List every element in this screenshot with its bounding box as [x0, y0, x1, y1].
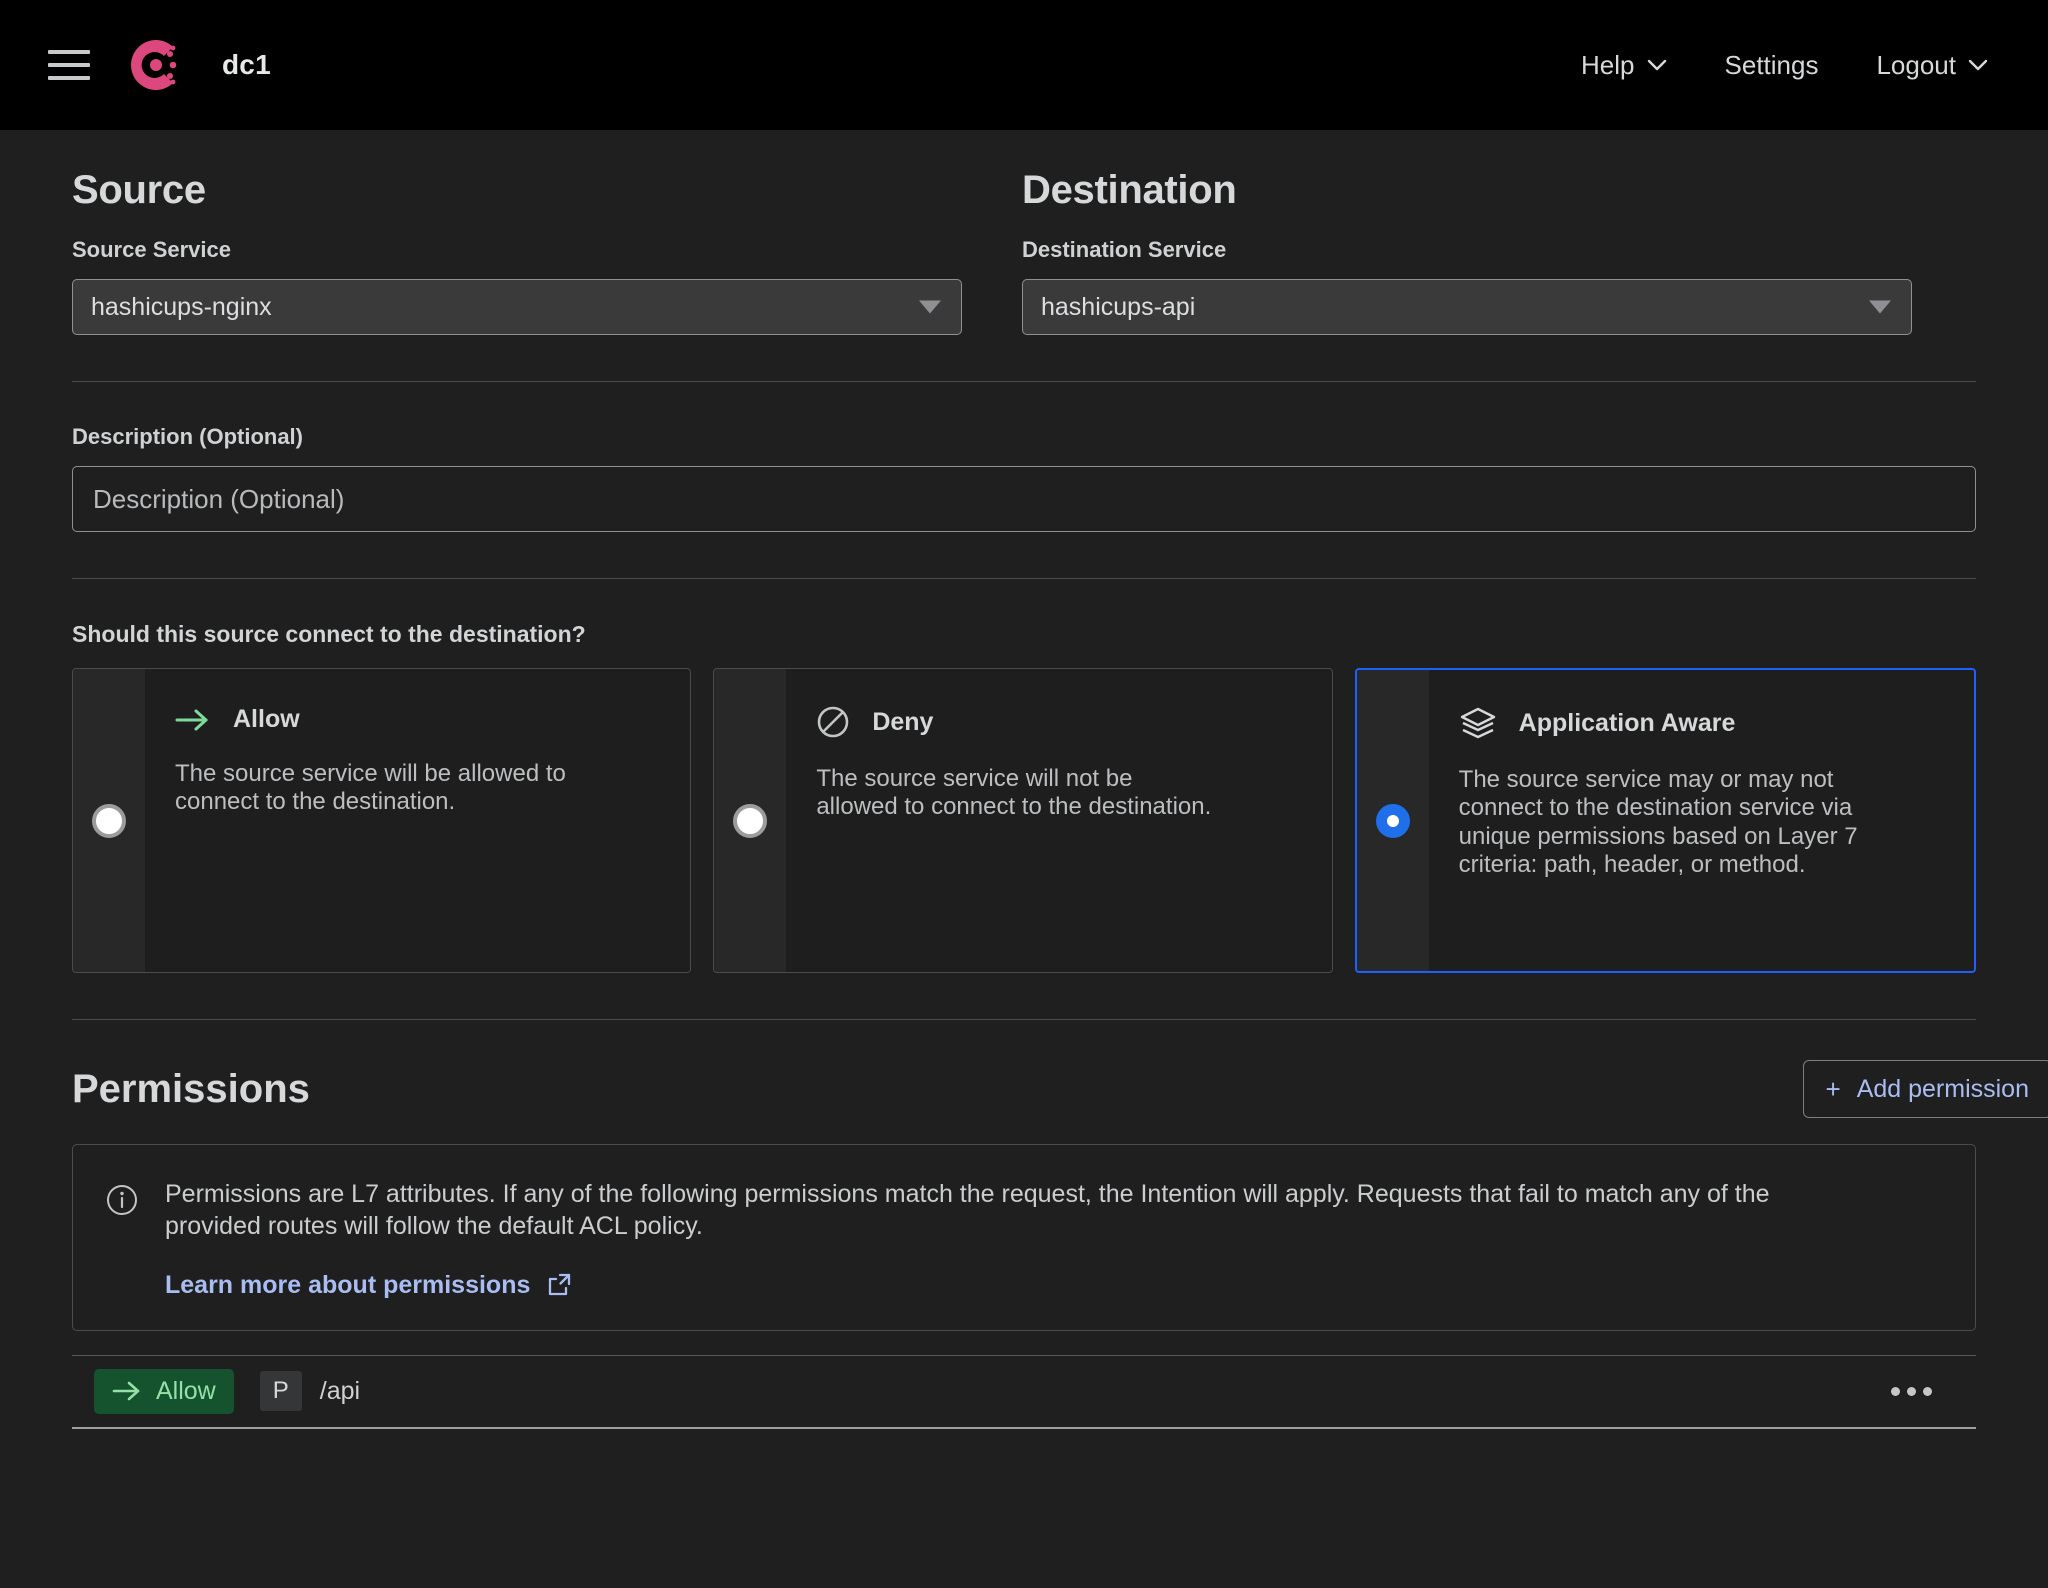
option-allow-header: Allow	[175, 705, 656, 734]
permissions-header: Permissions + Add permission	[72, 1020, 2048, 1118]
connect-question-label: Should this source connect to the destin…	[72, 621, 586, 647]
option-allow-description: The source service will be allowed to co…	[175, 760, 566, 816]
destination-column: Destination Destination Service hashicup…	[1022, 168, 1912, 335]
option-card-application-aware[interactable]: Application Aware The source service may…	[1354, 668, 1976, 973]
layers-icon	[1460, 707, 1495, 739]
nav-item-help-label: Help	[1581, 49, 1635, 80]
nav-item-settings-label: Settings	[1724, 49, 1819, 80]
destination-service-label: Destination Service	[1022, 237, 1227, 262]
hamburger-line	[48, 63, 90, 67]
nav-item-logout-label: Logout	[1876, 49, 1956, 80]
intention-form-page: Source Source Service hashicups-nginx De…	[0, 130, 2048, 1588]
dot	[1891, 1386, 1900, 1396]
permissions-title: Permissions	[72, 1066, 310, 1111]
option-allow-gutter	[73, 669, 145, 972]
arrow-right-icon	[112, 1381, 140, 1401]
dot	[1907, 1386, 1916, 1396]
hamburger-menu-icon[interactable]	[48, 50, 90, 80]
option-deny-body: Deny The source service will not be allo…	[786, 669, 1331, 972]
info-circle-icon	[107, 1185, 137, 1215]
learn-more-permissions-link[interactable]: Learn more about permissions	[165, 1271, 572, 1300]
add-permission-label: Add permission	[1856, 1074, 2029, 1103]
option-application-aware-gutter	[1356, 670, 1429, 971]
description-placeholder: Description (Optional)	[93, 483, 345, 514]
nav-right-group: Help Settings Logout	[1581, 50, 1988, 81]
permissions-notice-body: Permissions are L7 attributes. If any of…	[165, 1179, 1865, 1300]
option-application-aware-title: Application Aware	[1518, 708, 1736, 737]
nav-item-logout[interactable]: Logout	[1876, 50, 1988, 81]
external-link-icon	[549, 1273, 571, 1296]
permission-path: /api	[319, 1376, 361, 1405]
permission-row[interactable]: Allow P /api	[72, 1354, 1976, 1429]
permission-action-badge: Allow	[94, 1368, 234, 1414]
source-column: Source Source Service hashicups-nginx	[72, 168, 962, 335]
source-service-label: Source Service	[72, 237, 231, 262]
plus-icon: +	[1825, 1074, 1841, 1104]
datacenter-name: dc1	[222, 49, 271, 80]
option-deny-description: The source service will not be allowed t…	[816, 765, 1212, 821]
add-permission-button[interactable]: + Add permission	[1802, 1060, 2048, 1118]
nav-item-settings[interactable]: Settings	[1725, 50, 1819, 81]
chevron-down-icon	[1968, 59, 1988, 71]
connect-question-block: Should this source connect to the destin…	[72, 579, 1976, 973]
destination-service-value: hashicups-api	[1041, 292, 1196, 321]
permission-method-chip: P	[259, 1371, 302, 1411]
dot	[1923, 1386, 1932, 1396]
dropdown-arrow-icon	[919, 300, 941, 314]
option-card-deny[interactable]: Deny The source service will not be allo…	[713, 668, 1333, 973]
option-application-aware-body: Application Aware The source service may…	[1429, 670, 1974, 971]
hamburger-line	[48, 76, 90, 80]
learn-more-label: Learn more about permissions	[165, 1270, 531, 1299]
source-heading: Source	[72, 168, 206, 212]
top-navigation-bar: dc1 Help Settings Logout	[0, 0, 2048, 130]
intention-action-options: Allow The source service will be allowed…	[72, 668, 1976, 973]
option-card-allow[interactable]: Allow The source service will be allowed…	[72, 668, 692, 973]
radio-application-aware[interactable]	[1375, 803, 1410, 838]
source-service-select[interactable]: hashicups-nginx	[72, 279, 962, 335]
source-destination-row: Source Source Service hashicups-nginx De…	[72, 130, 1976, 335]
option-application-aware-description: The source service may or may not connec…	[1458, 766, 1858, 878]
no-entry-icon	[818, 706, 849, 738]
option-application-aware-header: Application Aware	[1459, 706, 1940, 740]
permission-action-label: Allow	[156, 1376, 216, 1405]
description-block: Description (Optional) Description (Opti…	[72, 382, 1976, 532]
radio-deny[interactable]	[733, 803, 768, 838]
description-input[interactable]: Description (Optional)	[72, 466, 1976, 532]
option-deny-gutter	[714, 669, 787, 972]
option-allow-title: Allow	[233, 705, 300, 733]
permissions-notice-text: Permissions are L7 attributes. If any of…	[165, 1180, 1770, 1240]
description-label: Description (Optional)	[72, 424, 303, 449]
chevron-down-icon	[1647, 59, 1666, 71]
permissions-notice: Permissions are L7 attributes. If any of…	[72, 1144, 1976, 1331]
more-horizontal-icon[interactable]	[1865, 1377, 1958, 1406]
radio-allow[interactable]	[92, 803, 126, 838]
source-service-value: hashicups-nginx	[91, 292, 272, 321]
dropdown-arrow-icon	[1869, 300, 1891, 314]
destination-heading: Destination	[1022, 168, 1237, 212]
option-deny-title: Deny	[872, 707, 934, 736]
nav-item-help[interactable]: Help	[1581, 50, 1666, 81]
consul-logo-icon[interactable]	[124, 33, 188, 97]
hamburger-line	[48, 50, 90, 54]
option-deny-header: Deny	[816, 705, 1297, 739]
arrow-right-icon	[175, 709, 208, 730]
destination-service-select[interactable]: hashicups-api	[1022, 279, 1912, 335]
option-allow-body: Allow The source service will be allowed…	[145, 669, 690, 972]
